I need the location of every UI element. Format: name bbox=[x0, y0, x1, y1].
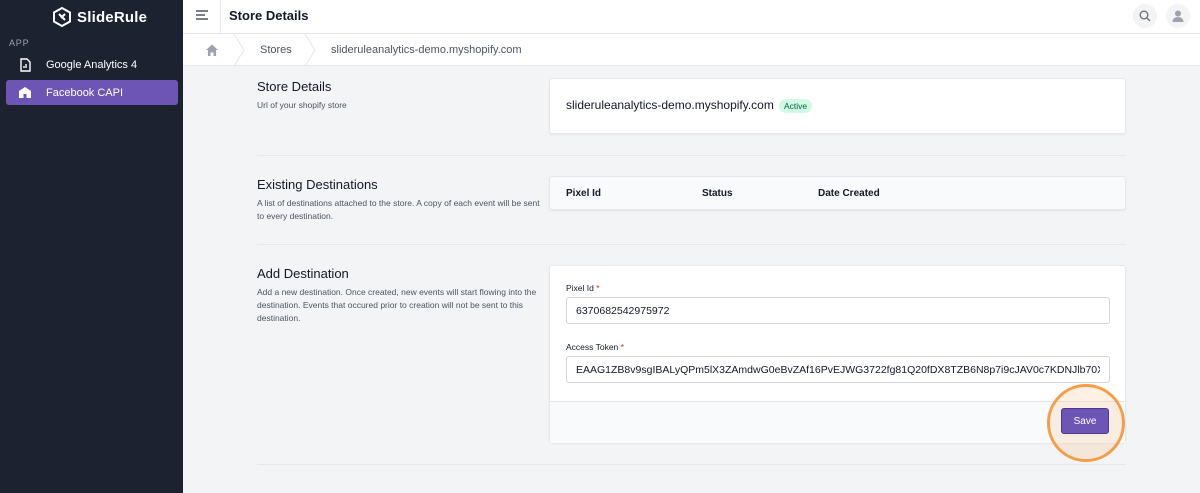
table-header-date-created[interactable]: Date Created bbox=[818, 188, 880, 199]
search-icon[interactable] bbox=[1133, 4, 1157, 28]
section-divider bbox=[257, 155, 1126, 156]
menu-icon[interactable] bbox=[194, 7, 210, 23]
table-header-status[interactable]: Status bbox=[702, 188, 733, 199]
form-footer bbox=[550, 401, 1125, 443]
sidebar-item-label: Facebook CAPI bbox=[46, 86, 124, 99]
user-avatar-icon[interactable] bbox=[1166, 4, 1190, 28]
page-title: Store Details bbox=[229, 8, 309, 23]
store-icon bbox=[18, 86, 32, 100]
pixel-id-label-text: Pixel Id bbox=[566, 283, 594, 293]
sidebar-item-google-analytics[interactable]: Google Analytics 4 bbox=[6, 52, 178, 77]
save-button[interactable]: Save bbox=[1061, 408, 1109, 434]
store-details-card: slideruleanalytics-demo.myshopify.com Ac… bbox=[549, 78, 1126, 134]
sidebar-item-label: Google Analytics 4 bbox=[46, 58, 138, 71]
required-mark: * bbox=[620, 342, 624, 352]
chevron-right-icon bbox=[233, 34, 245, 66]
access-token-label: Access Token * bbox=[566, 342, 624, 352]
add-destination-description: Add a new destination. Once created, new… bbox=[257, 287, 537, 323]
chart-doc-icon bbox=[18, 57, 32, 72]
app-logo[interactable]: SlideRule bbox=[52, 6, 147, 28]
home-icon[interactable] bbox=[205, 43, 219, 57]
sidebar-section-label: APP bbox=[9, 38, 30, 48]
sidebar-item-facebook-capi[interactable]: Facebook CAPI bbox=[6, 80, 178, 105]
top-bar: Store Details bbox=[183, 0, 1200, 34]
add-destination-form: Pixel Id * Access Token * bbox=[549, 265, 1126, 443]
chevron-right-icon bbox=[304, 34, 316, 66]
store-details-description: Url of your shopify store bbox=[257, 100, 347, 110]
app-name: SlideRule bbox=[77, 8, 148, 26]
destinations-table: Pixel Id Status Date Created bbox=[549, 176, 1126, 210]
existing-destinations-description: A list of destinations attached to the s… bbox=[257, 198, 540, 221]
required-mark: * bbox=[596, 283, 600, 293]
sliderule-logo-icon bbox=[53, 7, 71, 27]
section-divider bbox=[257, 244, 1126, 245]
access-token-label-text: Access Token bbox=[566, 342, 619, 352]
store-url: slideruleanalytics-demo.myshopify.com bbox=[566, 98, 774, 112]
table-header-pixel-id[interactable]: Pixel Id bbox=[566, 188, 601, 199]
sidebar: SlideRule APP Google Analytics 4 Faceboo… bbox=[0, 0, 183, 493]
breadcrumb: Stores slideruleanalytics-demo.myshopify… bbox=[183, 34, 1200, 66]
breadcrumb-store[interactable]: slideruleanalytics-demo.myshopify.com bbox=[331, 44, 522, 56]
access-token-input[interactable] bbox=[566, 356, 1110, 383]
existing-destinations-title: Existing Destinations bbox=[257, 177, 378, 192]
section-divider bbox=[257, 464, 1126, 465]
store-details-title: Store Details bbox=[257, 79, 332, 94]
add-destination-title: Add Destination bbox=[257, 266, 349, 281]
pixel-id-label: Pixel Id * bbox=[566, 283, 600, 293]
divider bbox=[220, 0, 221, 34]
status-badge: Active bbox=[779, 99, 813, 113]
pixel-id-input[interactable] bbox=[566, 297, 1110, 324]
breadcrumb-stores[interactable]: Stores bbox=[260, 44, 292, 56]
